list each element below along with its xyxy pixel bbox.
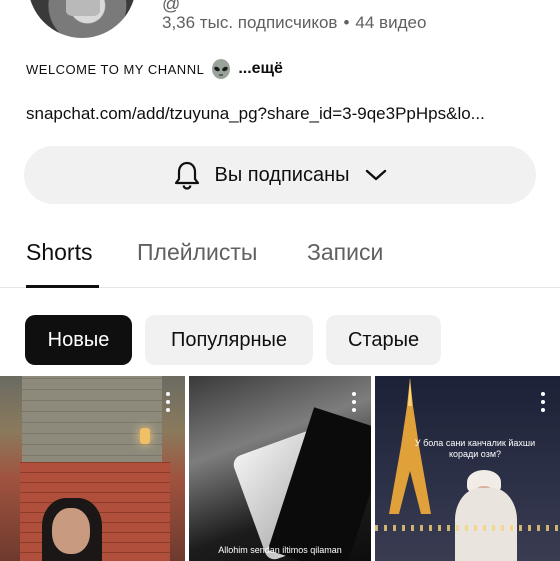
bell-icon <box>173 160 201 190</box>
video-count: 44 видео <box>355 13 427 32</box>
filter-chip-popular[interactable]: Популярные <box>145 315 313 365</box>
tab-playlists[interactable]: Плейлисты <box>137 239 257 266</box>
channel-stats: 3,36 тыс. подписчиков • 44 видео <box>162 13 426 33</box>
subscribed-button[interactable]: Вы подписаны <box>24 146 536 204</box>
more-options-icon[interactable] <box>166 392 171 412</box>
more-options-icon[interactable] <box>352 392 357 412</box>
channel-description[interactable]: WELCOME TO MY CHANNL ...ещё <box>26 58 283 80</box>
chevron-down-icon <box>364 167 388 183</box>
more-link[interactable]: ...ещё <box>238 60 283 78</box>
short-thumbnail[interactable]: У бола сани канчалик йахши коради озм? <box>375 376 560 561</box>
subscriber-count: 3,36 тыс. подписчиков <box>162 13 338 32</box>
thumbnail-scene <box>140 428 150 444</box>
more-options-icon[interactable] <box>541 392 546 412</box>
thumbnail-scene <box>22 376 162 466</box>
description-text: WELCOME TO MY CHANNL <box>26 61 205 77</box>
short-caption: Allohim sendan iltimos qilaman <box>218 545 342 555</box>
active-tab-indicator <box>26 285 99 288</box>
tab-shorts[interactable]: Shorts <box>26 239 92 266</box>
filter-chip-oldest[interactable]: Старые <box>326 315 441 365</box>
filter-chip-newest[interactable]: Новые <box>25 315 132 365</box>
short-caption: У бола сани канчалик йахши коради озм? <box>414 438 536 459</box>
short-thumbnail[interactable] <box>0 376 185 561</box>
stats-separator: • <box>343 13 350 32</box>
channel-link[interactable]: snapchat.com/add/tzuyuna_pg?share_id=3-9… <box>26 104 536 124</box>
thumbnail-scene <box>52 508 90 554</box>
tab-posts[interactable]: Записи <box>307 239 383 266</box>
thumbnail-scene <box>375 525 560 531</box>
subscribed-label: Вы подписаны <box>214 163 350 186</box>
channel-avatar[interactable] <box>28 0 136 38</box>
alien-icon <box>210 58 232 80</box>
short-thumbnail[interactable]: Allohim sendan iltimos qilaman <box>189 376 371 561</box>
channel-tabs: Shorts Плейлисты Записи <box>0 226 560 288</box>
